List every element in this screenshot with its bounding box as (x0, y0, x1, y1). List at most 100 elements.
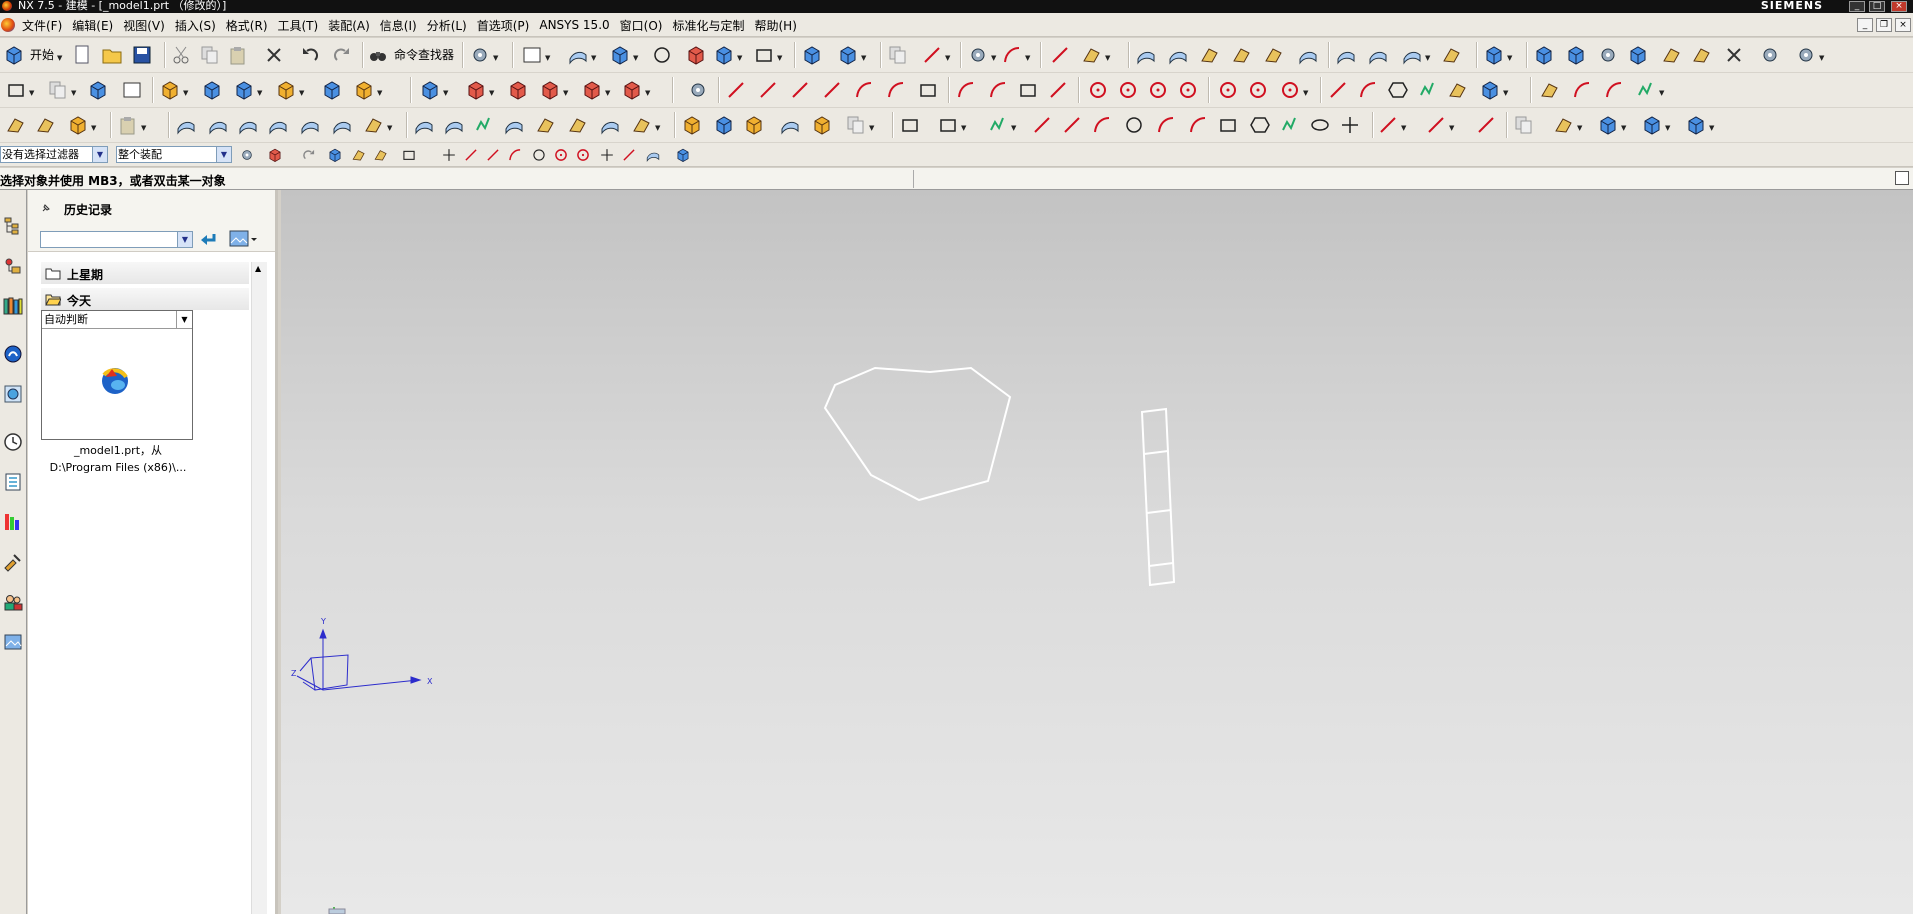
curve-edit-1-icon[interactable] (1538, 78, 1562, 102)
curve-corner-icon[interactable] (1016, 78, 1040, 102)
freeform-4-icon[interactable] (266, 113, 290, 137)
copy-icon[interactable] (198, 43, 222, 67)
back-arrow-icon[interactable] (198, 230, 220, 248)
system-materials-tab-icon[interactable] (1, 466, 25, 498)
sheet-6-icon[interactable] (844, 113, 868, 137)
tool-3-icon[interactable] (1596, 43, 1620, 67)
snap-endpoint-icon[interactable] (440, 146, 458, 164)
chevron-down-icon[interactable]: ▼ (563, 89, 568, 97)
sketch-rectangle-icon[interactable] (1216, 113, 1240, 137)
tool-9-icon[interactable] (1794, 43, 1818, 67)
chevron-down-icon[interactable]: ▼ (183, 89, 188, 97)
chevron-down-icon[interactable]: ▼ (299, 89, 304, 97)
chevron-down-icon[interactable]: ▼ (1507, 54, 1512, 62)
start-button-label[interactable]: 开始 (30, 46, 54, 63)
tool-1-icon[interactable] (1532, 43, 1556, 67)
selection-icon[interactable] (468, 43, 492, 67)
sketch-constraint-icon[interactable] (1376, 113, 1400, 137)
chevron-down-icon[interactable]: ▼ (1425, 54, 1430, 62)
section-view-icon[interactable] (684, 43, 708, 67)
angle-measure-icon[interactable] (1080, 43, 1104, 67)
chevron-down-icon[interactable]: ▼ (141, 124, 146, 132)
sketch-chamfer-icon[interactable] (1186, 113, 1210, 137)
fit-view-icon[interactable] (520, 43, 544, 67)
circle-4-icon[interactable] (1216, 78, 1240, 102)
doc-close-icon[interactable]: × (1895, 18, 1911, 32)
ruler-icon[interactable] (1048, 43, 1072, 67)
filter-face-icon[interactable] (326, 146, 344, 164)
view-style-icon[interactable] (228, 228, 258, 250)
sheet-5-icon[interactable] (810, 113, 834, 137)
analysis-icon[interactable] (966, 43, 990, 67)
pocket-icon[interactable] (274, 78, 298, 102)
snap-arc-center-icon[interactable] (530, 146, 548, 164)
filter-edge-icon[interactable] (350, 146, 368, 164)
snap-bounded-icon[interactable] (674, 146, 692, 164)
selection-mode-icon[interactable] (266, 146, 284, 164)
snap-point-icon[interactable] (686, 78, 710, 102)
chevron-down-icon[interactable]: ▼ (1819, 54, 1824, 62)
curve-spline-icon[interactable] (1416, 78, 1440, 102)
type-filter-select[interactable]: 没有选择过滤器 ▼ (0, 146, 108, 163)
menu-item[interactable]: 格式(R) (224, 17, 276, 34)
background-icon[interactable] (752, 43, 776, 67)
tool-5-icon[interactable] (1660, 43, 1684, 67)
freeform-6-icon[interactable] (330, 113, 354, 137)
resize-face-icon[interactable] (620, 78, 644, 102)
draft-tool-icon[interactable] (1482, 43, 1506, 67)
system-scenes-tab-icon[interactable] (1, 626, 25, 658)
sketch-line-icon[interactable] (724, 78, 748, 102)
sketch-arc2-icon[interactable] (884, 78, 908, 102)
curve-edit-3-icon[interactable] (1602, 78, 1626, 102)
tool-2-icon[interactable] (1564, 43, 1588, 67)
chevron-down-icon[interactable]: ▼ (216, 147, 231, 162)
selection-scope-select[interactable]: 整个装配 ▼ (116, 146, 232, 163)
shading-icon[interactable] (566, 43, 590, 67)
replace-face-icon[interactable] (506, 78, 530, 102)
curve-proj-icon[interactable] (1478, 78, 1502, 102)
surface-tool-6-icon[interactable] (1296, 43, 1320, 67)
command-finder-label[interactable]: 命令查找器 (394, 46, 454, 63)
curve-fillet-icon[interactable] (1356, 78, 1380, 102)
menu-item[interactable]: 帮助(H) (752, 17, 804, 34)
datum-plane-icon[interactable] (46, 78, 70, 102)
chevron-down-icon[interactable]: ▼ (387, 124, 392, 132)
assembly-navigator-tab-icon[interactable] (1, 210, 25, 242)
finish-1-icon[interactable] (1512, 113, 1536, 137)
menu-item[interactable]: 窗口(O) (618, 17, 671, 34)
polygon-sketch[interactable] (823, 366, 1012, 502)
sketch-arc3-icon[interactable] (1090, 113, 1114, 137)
navigator-scrollbar[interactable]: ▲ (251, 262, 267, 914)
sketch-parallel-icon[interactable] (788, 78, 812, 102)
finish-4-icon[interactable] (1640, 113, 1664, 137)
chevron-down-icon[interactable]: ▼ (605, 89, 610, 97)
menu-item[interactable]: 首选项(P) (475, 17, 538, 34)
tool-6-icon[interactable] (1690, 43, 1714, 67)
chevron-down-icon[interactable]: ▼ (991, 54, 996, 62)
surface-tool-8-icon[interactable] (1366, 43, 1390, 67)
chevron-down-icon[interactable]: ▼ (1503, 89, 1508, 97)
blend-icon[interactable] (352, 78, 376, 102)
command-finder-icon[interactable] (366, 43, 390, 67)
menu-item[interactable]: ANSYS 15.0 (537, 18, 617, 32)
doc-minimize-icon[interactable]: _ (1857, 18, 1873, 32)
curve-arc2-icon[interactable] (986, 78, 1010, 102)
sketch-task-icon[interactable] (898, 113, 922, 137)
chevron-down-icon[interactable]: ▼ (545, 54, 550, 62)
sketch-profile2-icon[interactable] (986, 113, 1010, 137)
chevron-down-icon[interactable]: ▼ (1105, 54, 1110, 62)
roles-tab-icon[interactable] (1, 586, 25, 618)
web-browser-tab-icon[interactable] (1, 378, 25, 410)
chevron-down-icon[interactable]: ▼ (377, 89, 382, 97)
sketch-spline-icon[interactable] (1278, 113, 1302, 137)
chevron-down-icon[interactable]: ▼ (176, 311, 192, 328)
snap-tangent-icon[interactable] (574, 146, 592, 164)
open-folder-icon[interactable] (100, 43, 124, 67)
chevron-down-icon[interactable]: ▼ (1659, 89, 1664, 97)
delete-icon[interactable] (262, 43, 286, 67)
history-group-today[interactable]: 今天 (41, 288, 249, 310)
surface-tool-10-icon[interactable] (1440, 43, 1464, 67)
surface-tool-9-icon[interactable] (1400, 43, 1424, 67)
sketch-fillet-icon[interactable] (1154, 113, 1178, 137)
block-icon[interactable] (86, 78, 110, 102)
